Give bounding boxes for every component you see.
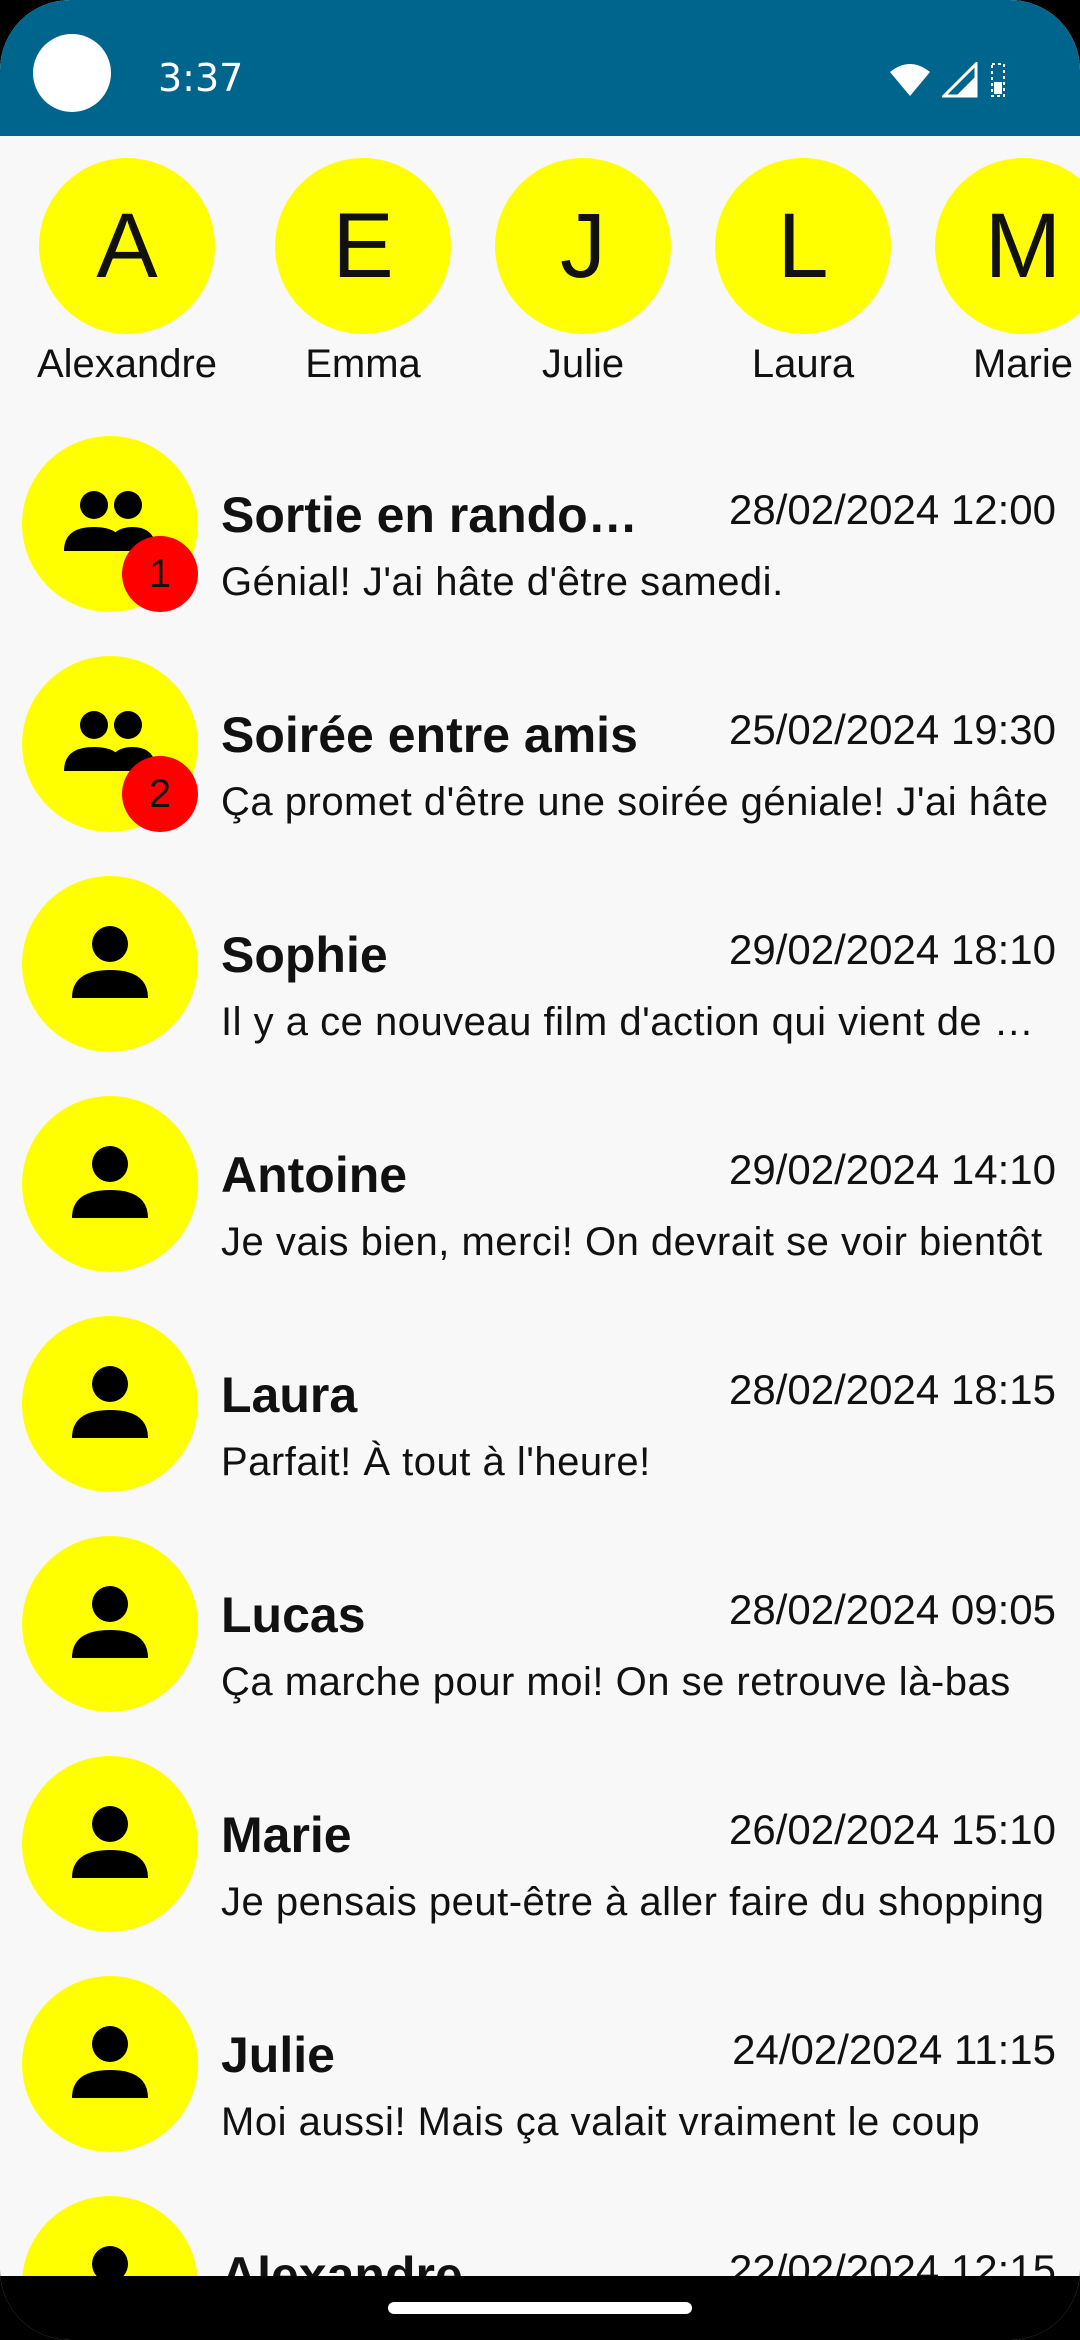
conversation-date: 28/02/2024 09:05 (729, 1586, 1056, 1633)
conversation-item[interactable]: 2 Soirée entre amis 25/02/2024 19:30 Ça … (0, 626, 1080, 846)
camera-cutout (33, 34, 111, 112)
conversation-date: 24/02/2024 11:15 (732, 2026, 1056, 2073)
conversation-avatar (22, 1316, 198, 1492)
status-icons (888, 60, 1008, 102)
contact-avatar: J (495, 158, 671, 334)
person-icon (70, 922, 150, 1006)
conversation-preview: Il y a ce nouveau film d'action qui vien… (221, 1000, 1051, 1044)
conversation-title: Antoine (221, 1147, 408, 1203)
conversation-preview: Moi aussi! Mais ça valait vraiment le co… (221, 2100, 981, 2144)
phone-screen: 3:37 A Alexandre E Emma J Julie L Laura … (0, 0, 1080, 2340)
person-icon (70, 1362, 150, 1446)
navigation-bar (0, 2276, 1080, 2340)
person-icon (70, 1582, 150, 1666)
conversation-list: 1 Sortie en randonnée 28/02/2024 12:00 G… (0, 406, 1080, 2276)
conversation-preview: Génial! J'ai hâte d'être samedi. (221, 560, 784, 604)
contact-name: Julie (541, 342, 625, 386)
conversation-title: Sortie en randonnée (221, 487, 641, 543)
contact-avatar: L (715, 158, 891, 334)
contact-story-julie[interactable]: J Julie (468, 158, 698, 387)
conversation-date: 22/02/2024 12:15 (729, 2246, 1056, 2276)
status-bar: 3:37 (0, 0, 1080, 136)
conversation-avatar (22, 2196, 198, 2276)
conversation-avatar (22, 1096, 198, 1272)
person-icon (70, 2242, 150, 2276)
signal-icon (940, 60, 978, 102)
conversation-preview: Ça marche pour moi! On se retrouve là-ba… (221, 1660, 1011, 1704)
conversation-avatar (22, 1536, 198, 1712)
status-time: 3:37 (158, 56, 244, 100)
conversation-preview: Je pensais peut-être à aller faire du sh… (221, 1880, 1045, 1924)
unread-badge: 2 (122, 756, 198, 832)
conversation-preview: Parfait! À tout à l'heure! (221, 1440, 651, 1484)
contact-name: Alexandre (36, 342, 218, 386)
contact-avatar: M (935, 158, 1080, 334)
conversation-item[interactable]: Marie 26/02/2024 15:10 Je pensais peut-ê… (0, 1726, 1080, 1946)
conversation-title: Laura (221, 1367, 358, 1423)
contact-name: Emma (305, 342, 421, 386)
person-icon (70, 2022, 150, 2106)
conversation-date: 29/02/2024 18:10 (729, 926, 1056, 973)
conversation-item[interactable]: Lucas 28/02/2024 09:05 Ça marche pour mo… (0, 1506, 1080, 1726)
conversation-preview: Je vais bien, merci! On devrait se voir … (221, 1220, 1043, 1264)
contact-avatar: A (39, 158, 215, 334)
conversation-avatar (22, 1976, 198, 2152)
contact-story-emma[interactable]: E Emma (248, 158, 478, 387)
conversation-item[interactable]: Alexandre 22/02/2024 12:15 (0, 2166, 1080, 2276)
conversation-title: Sophie (221, 927, 388, 983)
conversation-title: Julie (221, 2027, 335, 2083)
contact-avatar: E (275, 158, 451, 334)
conversation-title: Marie (221, 1807, 352, 1863)
conversation-date: 29/02/2024 14:10 (729, 1146, 1056, 1193)
contact-story-marie[interactable]: M Marie (908, 158, 1080, 387)
contact-story-laura[interactable]: L Laura (688, 158, 918, 387)
conversation-date: 25/02/2024 19:30 (729, 706, 1056, 753)
conversation-item[interactable]: Sophie 29/02/2024 18:10 Il y a ce nouvea… (0, 846, 1080, 1066)
conversation-item[interactable]: Laura 28/02/2024 18:15 Parfait! À tout à… (0, 1286, 1080, 1506)
person-icon (70, 1142, 150, 1226)
conversation-avatar (22, 1756, 198, 1932)
conversation-preview: Ça promet d'être une soirée géniale! J'a… (221, 780, 1049, 824)
unread-badge: 1 (122, 536, 198, 612)
contact-name: Marie (972, 342, 1074, 386)
conversation-item[interactable]: 1 Sortie en randonnée 28/02/2024 12:00 G… (0, 406, 1080, 626)
contact-name: Laura (751, 342, 855, 386)
conversation-date: 26/02/2024 15:10 (729, 1806, 1056, 1853)
battery-icon (988, 62, 1008, 102)
conversation-title: Lucas (221, 1587, 366, 1643)
conversation-title: Soirée entre amis (221, 707, 638, 763)
conversation-title: Alexandre (221, 2247, 463, 2276)
contact-story-alexandre[interactable]: A Alexandre (12, 158, 242, 387)
conversation-date: 28/02/2024 18:15 (729, 1366, 1056, 1413)
wifi-icon (888, 62, 932, 102)
home-gesture-handle[interactable] (388, 2302, 692, 2314)
conversation-date: 28/02/2024 12:00 (729, 486, 1056, 533)
conversation-item[interactable]: Julie 24/02/2024 11:15 Moi aussi! Mais ç… (0, 1946, 1080, 2166)
contacts-row: A Alexandre E Emma J Julie L Laura M Mar… (0, 136, 1080, 406)
conversation-avatar (22, 876, 198, 1052)
person-icon (70, 1802, 150, 1886)
conversation-item[interactable]: Antoine 29/02/2024 14:10 Je vais bien, m… (0, 1066, 1080, 1286)
